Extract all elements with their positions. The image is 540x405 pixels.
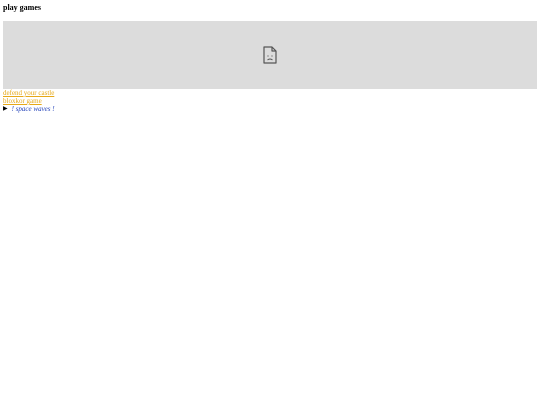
disclosure-label[interactable]: ! space waves ! xyxy=(12,105,55,113)
space-waves-disclosure[interactable]: ▶ ! space waves ! xyxy=(3,105,537,113)
page-title: play games xyxy=(3,3,41,12)
broken-page-icon xyxy=(262,46,278,64)
game-link-bloxkor[interactable]: bloxkor game xyxy=(3,97,537,105)
game-links: defend your castle bloxkor game xyxy=(3,89,537,105)
page: play games defend your castle bloxkor ga… xyxy=(0,0,540,405)
game-link-defend-your-castle[interactable]: defend your castle xyxy=(3,89,537,97)
disclosure-triangle-icon[interactable]: ▶ xyxy=(3,105,8,113)
embedded-game-frame[interactable] xyxy=(3,21,537,89)
